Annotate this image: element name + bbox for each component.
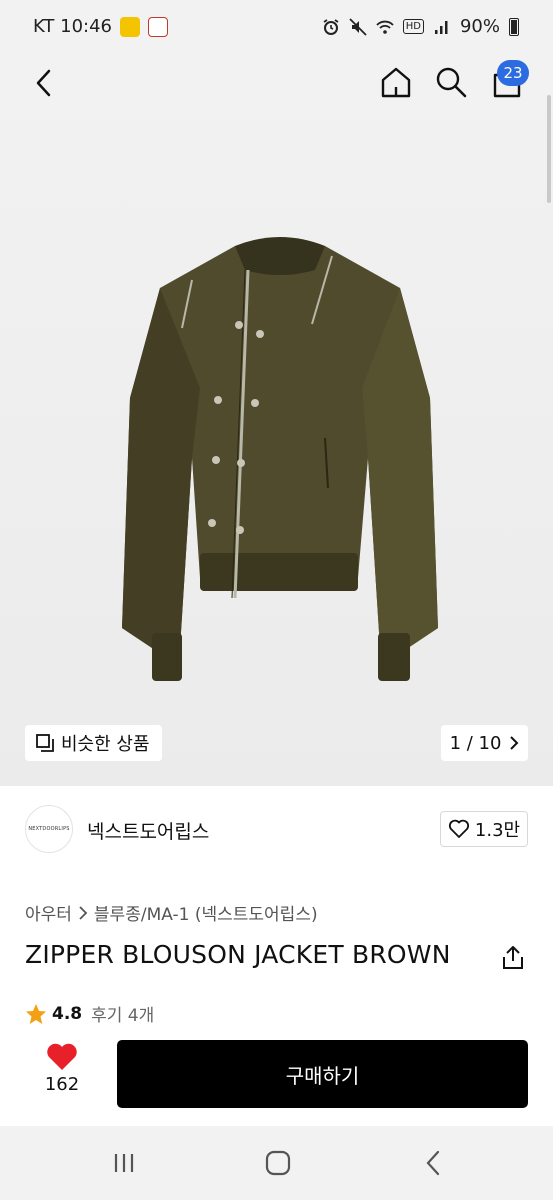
chevron-right-icon [510, 736, 519, 750]
battery-percent: 90% [459, 16, 500, 37]
wish-count: 162 [44, 1074, 80, 1095]
back-icon [36, 69, 51, 97]
alarm-icon [323, 18, 339, 35]
heart-outline-icon [448, 819, 469, 838]
wifi-icon [376, 20, 394, 34]
home-icon [381, 67, 411, 98]
status-left: KT 10:46 [33, 16, 168, 37]
system-back-icon [426, 1150, 440, 1176]
search-icon [436, 67, 467, 98]
brand-name[interactable]: 넥스트도어립스 [87, 817, 209, 844]
hd-voice-icon: HD [402, 19, 424, 34]
brand-like-button[interactable]: 1.3만 [440, 811, 528, 847]
home-circle-icon [265, 1150, 291, 1176]
search-button[interactable] [432, 63, 470, 101]
brand-like-count: 1.3만 [474, 820, 521, 841]
rating-value: 4.8 [52, 1003, 83, 1024]
top-nav [0, 55, 553, 111]
cart-count-badge: 23 [497, 60, 529, 86]
breadcrumb-subcategory[interactable]: 블루종/MA-1 (넥스트도어립스) [94, 900, 318, 925]
similar-products-label: 비슷한 상품 [61, 734, 150, 755]
star-icon [26, 1003, 46, 1024]
system-back-button[interactable] [417, 1148, 451, 1178]
battery-icon [509, 17, 519, 36]
mute-icon [349, 17, 367, 36]
status-right: HD 90% [322, 16, 519, 37]
brand-row: NEXTDOORLIPS 넥스트도어립스 1.3만 [0, 786, 553, 872]
signal-icon [434, 20, 448, 34]
recent-apps-icon [114, 1154, 134, 1172]
similar-products-button[interactable]: 비슷한 상품 [25, 725, 162, 761]
system-home-button[interactable] [261, 1148, 295, 1178]
brand-logo[interactable]: NEXTDOORLIPS [25, 805, 73, 853]
product-image-jacket[interactable] [100, 208, 460, 708]
product-title: ZIPPER BLOUSON JACKET BROWN [25, 940, 451, 969]
rating-row: 4.8 후기 4개 [25, 1001, 154, 1026]
share-button[interactable] [498, 943, 528, 973]
chevron-right-icon [79, 905, 88, 920]
image-pager-button[interactable]: 1 / 10 [441, 725, 528, 761]
system-navigation-bar [0, 1126, 553, 1200]
carrier-time: KT 10:46 [33, 16, 112, 37]
review-count-link[interactable]: 후기 4개 [91, 1001, 154, 1026]
recent-apps-button[interactable] [107, 1148, 141, 1178]
brand-logo-text: NEXTDOORLIPS [28, 826, 70, 832]
bottom-action-bar: 162 구매하기 [0, 1030, 553, 1126]
home-button[interactable] [377, 63, 415, 101]
similar-icon [36, 734, 54, 752]
image-pager-label: 1 / 10 [449, 732, 502, 754]
share-icon [503, 946, 523, 969]
breadcrumb: 아우터 블루종/MA-1 (넥스트도어립스) [25, 900, 318, 925]
wish-button[interactable]: 162 [36, 1042, 88, 1106]
back-button[interactable] [26, 65, 62, 101]
memo-notification-icon [148, 16, 168, 37]
scrollbar-thumb[interactable] [547, 95, 551, 203]
heart-filled-icon [47, 1043, 77, 1070]
breadcrumb-category[interactable]: 아우터 [25, 900, 72, 925]
status-bar: KT 10:46 HD 90% [0, 0, 553, 55]
notification-app-icon [120, 16, 140, 37]
buy-button[interactable]: 구매하기 [117, 1040, 528, 1108]
